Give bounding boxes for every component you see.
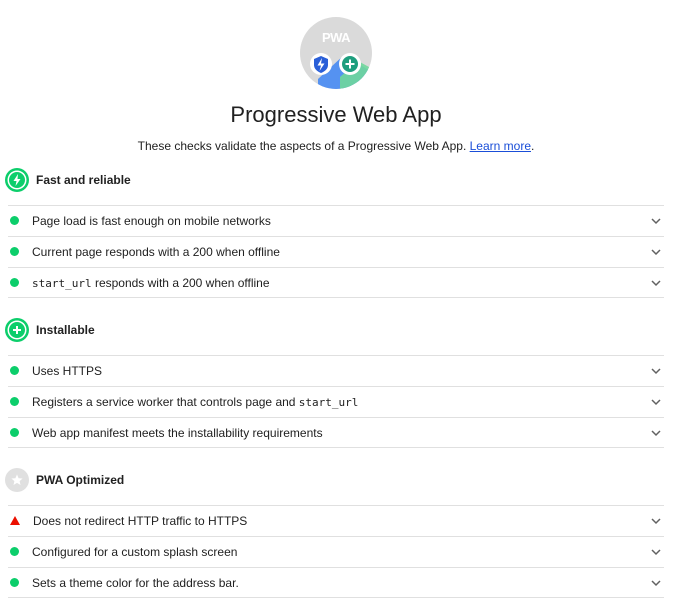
pwa-badge-icon: PWA	[300, 17, 372, 89]
description-period: .	[531, 139, 535, 153]
audit-row[interactable]: Current page responds with a 200 when of…	[8, 236, 664, 266]
plus-icon	[5, 318, 29, 342]
lightning-icon	[5, 168, 29, 192]
fail-indicator	[10, 516, 20, 525]
start-url-code: start_url	[298, 395, 359, 409]
pass-indicator	[10, 547, 19, 556]
audit-row[interactable]: Web app manifest meets the installabilit…	[8, 417, 664, 448]
category-description: These checks validate the aspects of a P…	[0, 139, 672, 153]
audit-title: Current page responds with a 200 when of…	[32, 244, 280, 259]
audit-title: Web app manifest meets the installabilit…	[32, 425, 323, 440]
chevron-down-icon[interactable]	[650, 246, 662, 258]
description-text: These checks validate the aspects of a P…	[137, 139, 470, 153]
audit-title: Uses HTTPS	[32, 363, 103, 378]
chevron-down-icon[interactable]	[650, 396, 662, 408]
group-title: Fast and reliable	[36, 173, 131, 187]
group-header-fast-and-reliable: Fast and reliable	[5, 168, 131, 192]
learn-more-link[interactable]: Learn more	[470, 139, 531, 153]
pass-indicator	[10, 278, 19, 287]
star-icon	[5, 468, 29, 492]
audit-title: Page load is fast enough on mobile netwo…	[32, 213, 271, 228]
group-header-pwa-optimized: PWA Optimized	[5, 468, 124, 492]
pass-indicator	[10, 578, 19, 587]
audit-row[interactable]: Page load is fast enough on mobile netwo…	[8, 205, 664, 235]
audit-title-text: responds with a 200 when offline	[91, 275, 270, 290]
chevron-down-icon[interactable]	[650, 427, 662, 439]
pass-indicator	[10, 216, 19, 225]
chevron-down-icon[interactable]	[650, 277, 662, 289]
audit-row[interactable]: Configured for a custom splash screen	[8, 536, 664, 566]
audit-row[interactable]: start_url responds with a 200 when offli…	[8, 267, 664, 298]
group-title: Installable	[36, 323, 95, 337]
pass-indicator	[10, 247, 19, 256]
chevron-down-icon[interactable]	[650, 215, 662, 227]
audit-title: Configured for a custom splash screen	[32, 544, 238, 559]
audit-row[interactable]: Does not redirect HTTP traffic to HTTPS	[8, 505, 664, 535]
pass-indicator	[10, 397, 19, 406]
audit-title: Registers a service worker that controls…	[32, 395, 650, 409]
page-title: Progressive Web App	[230, 102, 442, 127]
pwa-badge-label: PWA	[322, 30, 351, 45]
audit-title-text: Registers a service worker that controls…	[32, 394, 299, 409]
audit-row[interactable]: Uses HTTPS	[8, 355, 664, 385]
pass-indicator	[10, 366, 19, 375]
group-header-installable: Installable	[5, 318, 95, 342]
audit-row[interactable]: Sets a theme color for the address bar.	[8, 567, 664, 598]
audit-title: Sets a theme color for the address bar.	[32, 575, 239, 590]
pass-indicator	[10, 428, 19, 437]
audit-row[interactable]: Registers a service worker that controls…	[8, 386, 664, 416]
start-url-code: start_url	[32, 276, 92, 290]
chevron-down-icon[interactable]	[650, 546, 662, 558]
group-title: PWA Optimized	[36, 473, 125, 487]
chevron-down-icon[interactable]	[650, 515, 662, 527]
chevron-down-icon[interactable]	[650, 577, 662, 589]
audit-title: Does not redirect HTTP traffic to HTTPS	[33, 513, 248, 528]
audit-title: start_url responds with a 200 when offli…	[32, 276, 650, 290]
chevron-down-icon[interactable]	[650, 365, 662, 377]
